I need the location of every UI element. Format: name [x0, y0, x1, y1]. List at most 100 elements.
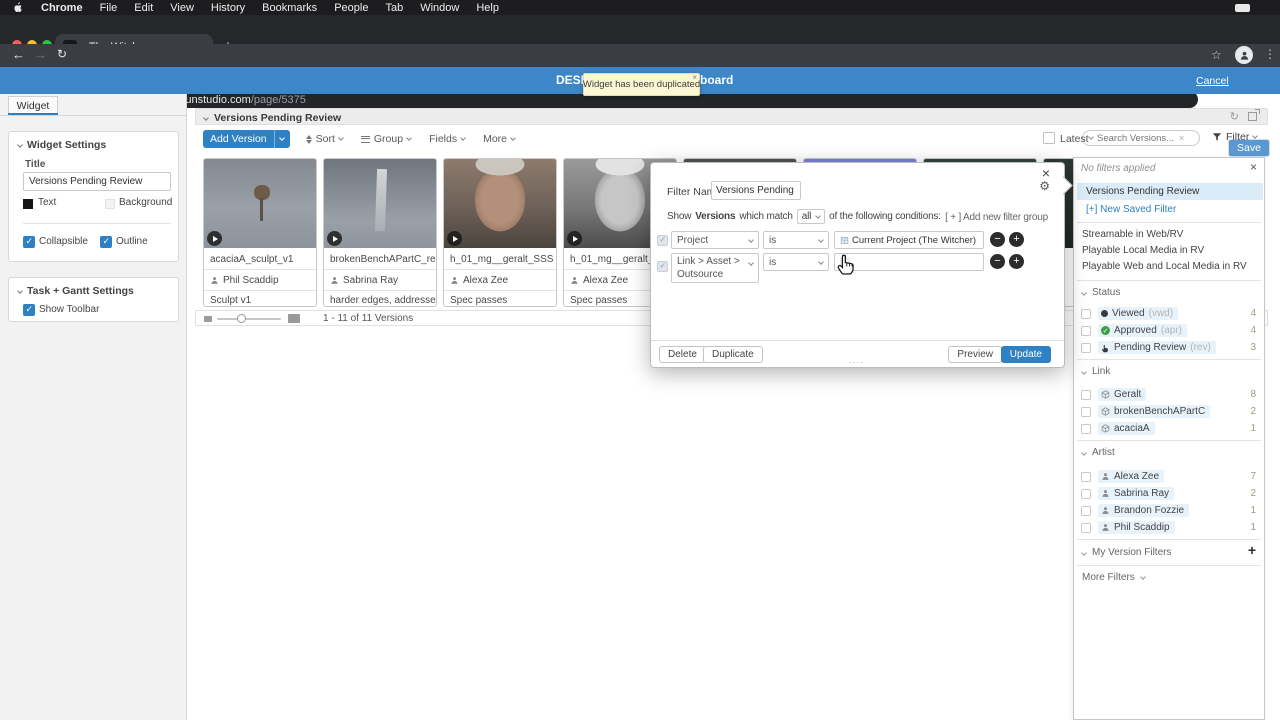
- add-filter-icon[interactable]: +: [1248, 542, 1256, 558]
- version-name[interactable]: acaciaA_sculpt_v1: [204, 251, 316, 267]
- outline-checkbox[interactable]: [100, 236, 112, 248]
- browser-menu-icon[interactable]: ⋮: [1264, 47, 1276, 61]
- preview-button[interactable]: Preview: [948, 346, 1002, 363]
- filter-item-geralt[interactable]: Geralt 8: [1074, 387, 1264, 402]
- version-name[interactable]: brokenBenchAPartC_rende: [324, 251, 436, 267]
- background-color-swatch[interactable]: [105, 199, 115, 209]
- thumb-size-slider-handle[interactable]: [237, 314, 246, 323]
- widget-settings-header[interactable]: Widget Settings: [17, 139, 106, 151]
- checkbox[interactable]: [1081, 342, 1091, 353]
- profile-avatar[interactable]: [1235, 46, 1253, 64]
- filter-item-phil-scaddip[interactable]: Phil Scaddip 1: [1074, 520, 1264, 535]
- checkbox[interactable]: [1081, 505, 1091, 516]
- widget-title[interactable]: Versions Pending Review: [203, 112, 341, 124]
- checkbox[interactable]: [1081, 406, 1091, 417]
- search-clear-icon[interactable]: ×: [1179, 133, 1184, 143]
- checkbox[interactable]: [1081, 308, 1091, 319]
- new-saved-filter-link[interactable]: [+] New Saved Filter: [1086, 204, 1176, 215]
- section-link[interactable]: Link: [1081, 366, 1110, 377]
- menubar-item-chrome[interactable]: Chrome: [41, 2, 83, 14]
- thumb-size-large-icon[interactable]: [288, 314, 300, 323]
- version-card[interactable]: acaciaA_sculpt_v1 Phil Scaddip Sculpt v1: [203, 158, 317, 307]
- thumb-size-slider-track[interactable]: [217, 318, 281, 320]
- play-icon[interactable]: [207, 231, 222, 246]
- menubar-item-people[interactable]: People: [334, 2, 368, 14]
- filter-item-viewed[interactable]: Viewed (vwd) 4: [1074, 306, 1264, 321]
- play-icon[interactable]: [567, 231, 582, 246]
- text-color-swatch[interactable]: [23, 199, 33, 209]
- forward-icon[interactable]: →: [34, 47, 47, 62]
- reload-icon[interactable]: ↻: [57, 47, 67, 61]
- version-name[interactable]: h_01_mg__geralt_SSS: [444, 251, 556, 267]
- checkbox[interactable]: [1081, 423, 1091, 434]
- fields-button[interactable]: Fields: [429, 133, 466, 145]
- filter-item-acacia[interactable]: acaciaA 1: [1074, 421, 1264, 436]
- condition-checkbox[interactable]: [657, 235, 668, 246]
- version-artist[interactable]: Sabrina Ray: [324, 272, 436, 288]
- update-button[interactable]: Update: [1000, 346, 1051, 363]
- checkbox[interactable]: [1081, 389, 1091, 400]
- filter-item-sabrina-ray[interactable]: Sabrina Ray 2: [1074, 486, 1264, 501]
- apple-menu-icon[interactable]: [13, 1, 24, 14]
- quick-filter-streamable[interactable]: Streamable in Web/RV: [1082, 229, 1183, 240]
- version-artist[interactable]: Phil Scaddip: [204, 272, 316, 288]
- add-condition-button[interactable]: +: [1009, 254, 1024, 269]
- filter-item-brandon-fozzie[interactable]: Brandon Fozzie 1: [1074, 503, 1264, 518]
- group-button[interactable]: Group: [360, 133, 412, 145]
- quick-filter-local-media[interactable]: Playable Local Media in RV: [1082, 245, 1204, 256]
- condition-operator-select[interactable]: is: [763, 253, 829, 271]
- filter-item-pending-review[interactable]: Pending Review (rev) 3: [1074, 340, 1264, 355]
- version-card[interactable]: brokenBenchAPartC_rende Sabrina Ray hard…: [323, 158, 437, 307]
- menubar-item-view[interactable]: View: [170, 2, 194, 14]
- sort-button[interactable]: Sort: [305, 133, 344, 145]
- filter-item-approved[interactable]: ✓ Approved (apr) 4: [1074, 323, 1264, 338]
- duplicate-button[interactable]: Duplicate: [703, 346, 763, 363]
- menubar-item-edit[interactable]: Edit: [134, 2, 153, 14]
- menubar-item-file[interactable]: File: [100, 2, 118, 14]
- add-filter-group-link[interactable]: [ + ] Add new filter group: [945, 212, 1048, 223]
- latest-checkbox[interactable]: [1043, 132, 1055, 144]
- checkbox[interactable]: [1081, 325, 1091, 336]
- filter-item-alexa-zee[interactable]: Alexa Zee 7: [1074, 469, 1264, 484]
- task-gantt-header[interactable]: Task + Gantt Settings: [17, 285, 134, 297]
- search-dropdown-icon[interactable]: [1088, 134, 1094, 140]
- condition-field-select[interactable]: Link > Asset > Outsource: [671, 253, 759, 283]
- menubar-item-help[interactable]: Help: [476, 2, 499, 14]
- version-artist[interactable]: Alexa Zee: [444, 272, 556, 288]
- menubar-item-tab[interactable]: Tab: [385, 2, 403, 14]
- collapsible-checkbox[interactable]: [23, 236, 35, 248]
- show-toolbar-checkbox[interactable]: [23, 304, 35, 316]
- gear-icon[interactable]: ⚙: [1039, 179, 1050, 193]
- add-version-dropdown[interactable]: [273, 130, 290, 148]
- more-filters-button[interactable]: More Filters: [1082, 572, 1146, 583]
- quick-filter-web-local-media[interactable]: Playable Web and Local Media in RV: [1082, 261, 1247, 272]
- remove-condition-button[interactable]: −: [990, 232, 1005, 247]
- filter-item-brokenbench[interactable]: brokenBenchAPartC 2: [1074, 404, 1264, 419]
- refresh-icon[interactable]: ↻: [1230, 110, 1239, 123]
- popout-icon[interactable]: [1248, 109, 1260, 121]
- play-icon[interactable]: [447, 231, 462, 246]
- condition-operator-select[interactable]: is: [763, 231, 829, 249]
- filter-button[interactable]: Filter: [1212, 131, 1259, 143]
- remove-condition-button[interactable]: −: [990, 254, 1005, 269]
- more-button[interactable]: More: [483, 133, 516, 145]
- back-icon[interactable]: ←: [12, 47, 25, 62]
- section-artist[interactable]: Artist: [1081, 447, 1115, 458]
- tab-widget[interactable]: Widget: [8, 96, 58, 114]
- section-status[interactable]: Status: [1081, 287, 1120, 298]
- delete-button[interactable]: Delete: [659, 346, 706, 363]
- menubar-item-history[interactable]: History: [211, 2, 245, 14]
- version-card[interactable]: h_01_mg__geralt_SSS Alexa Zee Spec passe…: [443, 158, 557, 307]
- filter-panel-close-icon[interactable]: ×: [1250, 160, 1257, 174]
- add-version-button[interactable]: Add Version: [203, 130, 274, 148]
- condition-field-select[interactable]: Project: [671, 231, 759, 249]
- saved-filter-active[interactable]: Versions Pending Review: [1077, 183, 1263, 200]
- condition-value-field[interactable]: Current Project (The Witcher): [834, 231, 984, 249]
- match-select[interactable]: all: [796, 209, 826, 224]
- cancel-button[interactable]: Cancel: [1196, 75, 1229, 87]
- play-icon[interactable]: [327, 231, 342, 246]
- toast-close-icon[interactable]: ×: [692, 73, 697, 82]
- checkbox[interactable]: [1081, 471, 1091, 482]
- bookmark-star-icon[interactable]: ☆: [1211, 48, 1222, 62]
- filter-name-input[interactable]: [711, 181, 801, 200]
